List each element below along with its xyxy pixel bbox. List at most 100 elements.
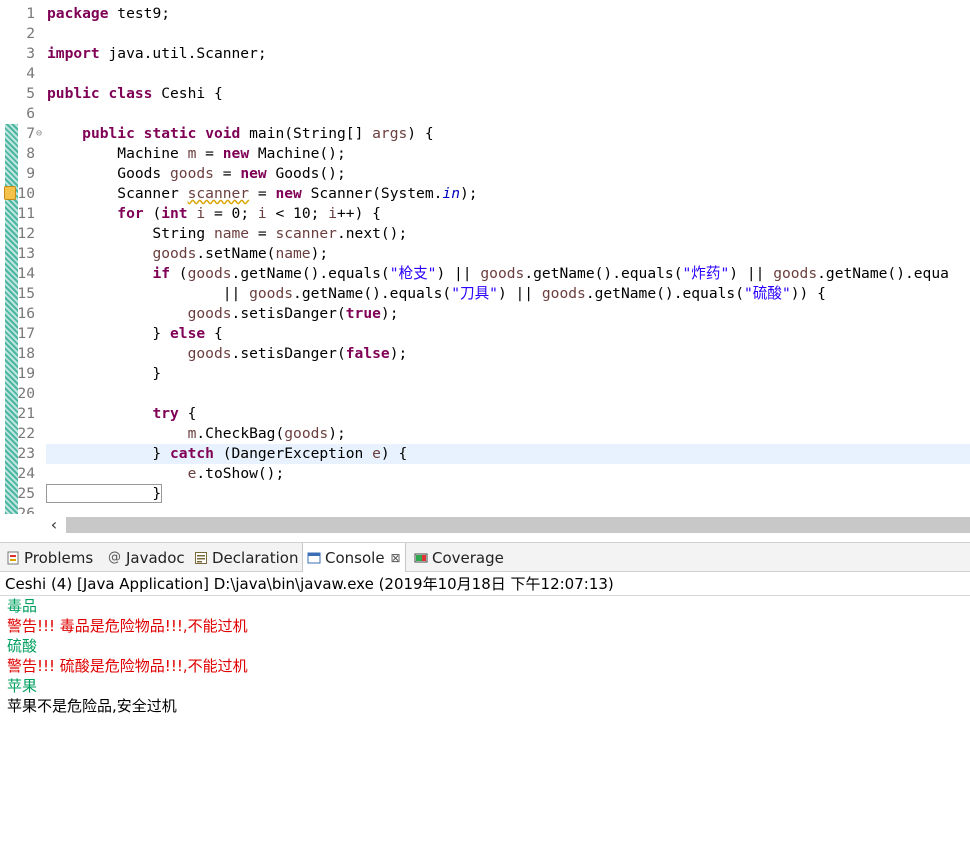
code-line[interactable]: 19 } (0, 364, 970, 384)
code-token: ( (170, 265, 188, 282)
code-line[interactable]: 1 package test9; (0, 4, 970, 24)
code-text: package test9; (47, 4, 170, 24)
code-token: scanner (275, 225, 337, 242)
code-line[interactable]: 4 (0, 64, 970, 84)
code-token: "硫酸" (743, 285, 791, 302)
code-line[interactable]: 3 import java.util.Scanner; (0, 44, 970, 64)
code-token: ) { (380, 445, 408, 462)
code-token: .getName().equals( (585, 285, 744, 302)
code-token: goods (187, 265, 232, 282)
horizontal-scrollbar[interactable]: ‹ (0, 514, 970, 536)
code-line[interactable]: 2 (0, 24, 970, 44)
code-line[interactable]: 24 e.toShow(); (0, 464, 970, 484)
code-token: in (442, 185, 460, 202)
code-token: args (372, 125, 408, 142)
code-text: Machine m = new Machine(); (47, 144, 346, 164)
code-line[interactable]: 14 if (goods.getName().equals("枪支") || g… (0, 264, 970, 284)
code-token: false (345, 345, 390, 362)
code-token: true (345, 305, 381, 322)
code-token: < 10; (266, 205, 329, 222)
code-token: || (47, 285, 250, 302)
code-token: i (328, 205, 338, 222)
code-text: Scanner scanner = new Scanner(System.in)… (47, 184, 477, 204)
code-line[interactable]: 10 Scanner scanner = new Scanner(System.… (0, 184, 970, 204)
code-token: goods (152, 245, 197, 262)
code-text: public class Ceshi { (47, 84, 223, 104)
line-number: 26 (17, 505, 35, 514)
code-line[interactable]: 5 public class Ceshi { (0, 84, 970, 104)
code-token: goods (284, 425, 329, 442)
code-token: .getName().equals( (231, 265, 390, 282)
code-editor[interactable]: 1 package test9; 2 3 import java.util.Scanne… (0, 0, 970, 514)
console-line: 警告!!! 硫酸是危险物品!!!,不能过机 (7, 657, 248, 675)
code-line[interactable]: 11 for (int i = 0; i < 10; i++) { (0, 204, 970, 224)
code-token: public (47, 85, 100, 102)
at-icon: @ (108, 549, 121, 565)
code-token: name (275, 245, 311, 262)
code-token: .setisDanger( (231, 305, 346, 322)
code-line[interactable]: 23 } catch (DangerException e) { (0, 444, 970, 464)
line-number: 17 (17, 325, 35, 342)
warning-icon[interactable] (4, 186, 16, 200)
line-number: 21 (17, 405, 35, 422)
code-line[interactable]: 16 goods.setisDanger(true); (0, 304, 970, 324)
code-token: = (213, 165, 241, 182)
line-number: 15 (17, 285, 35, 302)
code-token: goods (249, 285, 294, 302)
code-token: Scanner(System. (301, 185, 443, 202)
line-number: 18 (17, 345, 35, 362)
line-number: 12 (17, 225, 35, 242)
scrollbar-thumb[interactable] (66, 517, 970, 533)
tab-console[interactable]: Console ⊠ (302, 543, 406, 572)
tab-javadoc[interactable]: @ Javadoc (104, 543, 189, 572)
code-token: new (222, 145, 250, 162)
line-number: 16 (17, 305, 35, 322)
code-token: ) || (497, 285, 542, 302)
code-token: i (257, 205, 267, 222)
code-line[interactable]: 8 Machine m = new Machine(); (0, 144, 970, 164)
code-line[interactable]: 26 (0, 504, 970, 514)
fold-icon[interactable]: ⊖ (36, 124, 42, 144)
tab-label: Console (325, 548, 385, 567)
code-token: = (249, 185, 276, 202)
code-line[interactable]: 6 (0, 104, 970, 124)
code-token: Machine (47, 145, 188, 162)
tab-problems[interactable]: Problems (2, 543, 97, 572)
code-token: .setName( (196, 245, 276, 262)
code-line[interactable]: 9 Goods goods = new Goods(); (0, 164, 970, 184)
code-token: test9; (108, 5, 171, 22)
tab-coverage[interactable]: Coverage (410, 543, 508, 572)
code-line[interactable]: 13 goods.setName(name); (0, 244, 970, 264)
code-line[interactable]: 25 } (0, 484, 970, 504)
code-line[interactable]: 18 goods.setisDanger(false); (0, 344, 970, 364)
tab-declaration[interactable]: Declaration (190, 543, 302, 572)
code-line[interactable]: 7 ⊖ public static void main(String[] args… (0, 124, 970, 144)
code-text: import java.util.Scanner; (47, 44, 267, 64)
code-token: Machine(); (249, 145, 346, 162)
console-line: 硫酸 (7, 637, 38, 655)
code-text: || goods.getName().equals("刀具") || goods… (47, 284, 826, 304)
console-output[interactable]: 毒品 警告!!! 毒品是危险物品!!!,不能过机 硫酸 警告!!! 硫酸是危险物品!!… (0, 596, 970, 866)
code-line[interactable]: 22 m.CheckBag(goods); (0, 424, 970, 444)
tab-label: Coverage (432, 548, 504, 567)
code-text: } (45, 484, 163, 504)
code-token: try (152, 405, 179, 422)
close-icon[interactable]: ⊠ (391, 551, 401, 565)
code-line[interactable]: 15 || goods.getName().equals("刀具") || go… (0, 284, 970, 304)
code-text: String name = scanner.next(); (47, 224, 407, 244)
code-line[interactable]: 17 } else { (0, 324, 970, 344)
console-line: 毒品 (7, 597, 38, 615)
code-line[interactable]: 20 (0, 384, 970, 404)
code-line[interactable]: 21 try { (0, 404, 970, 424)
line-number: 24 (17, 465, 35, 482)
code-token: ) || (436, 265, 481, 282)
scroll-left-icon[interactable]: ‹ (44, 516, 64, 534)
code-line[interactable]: 12 String name = scanner.next(); (0, 224, 970, 244)
code-token: catch (170, 445, 214, 462)
